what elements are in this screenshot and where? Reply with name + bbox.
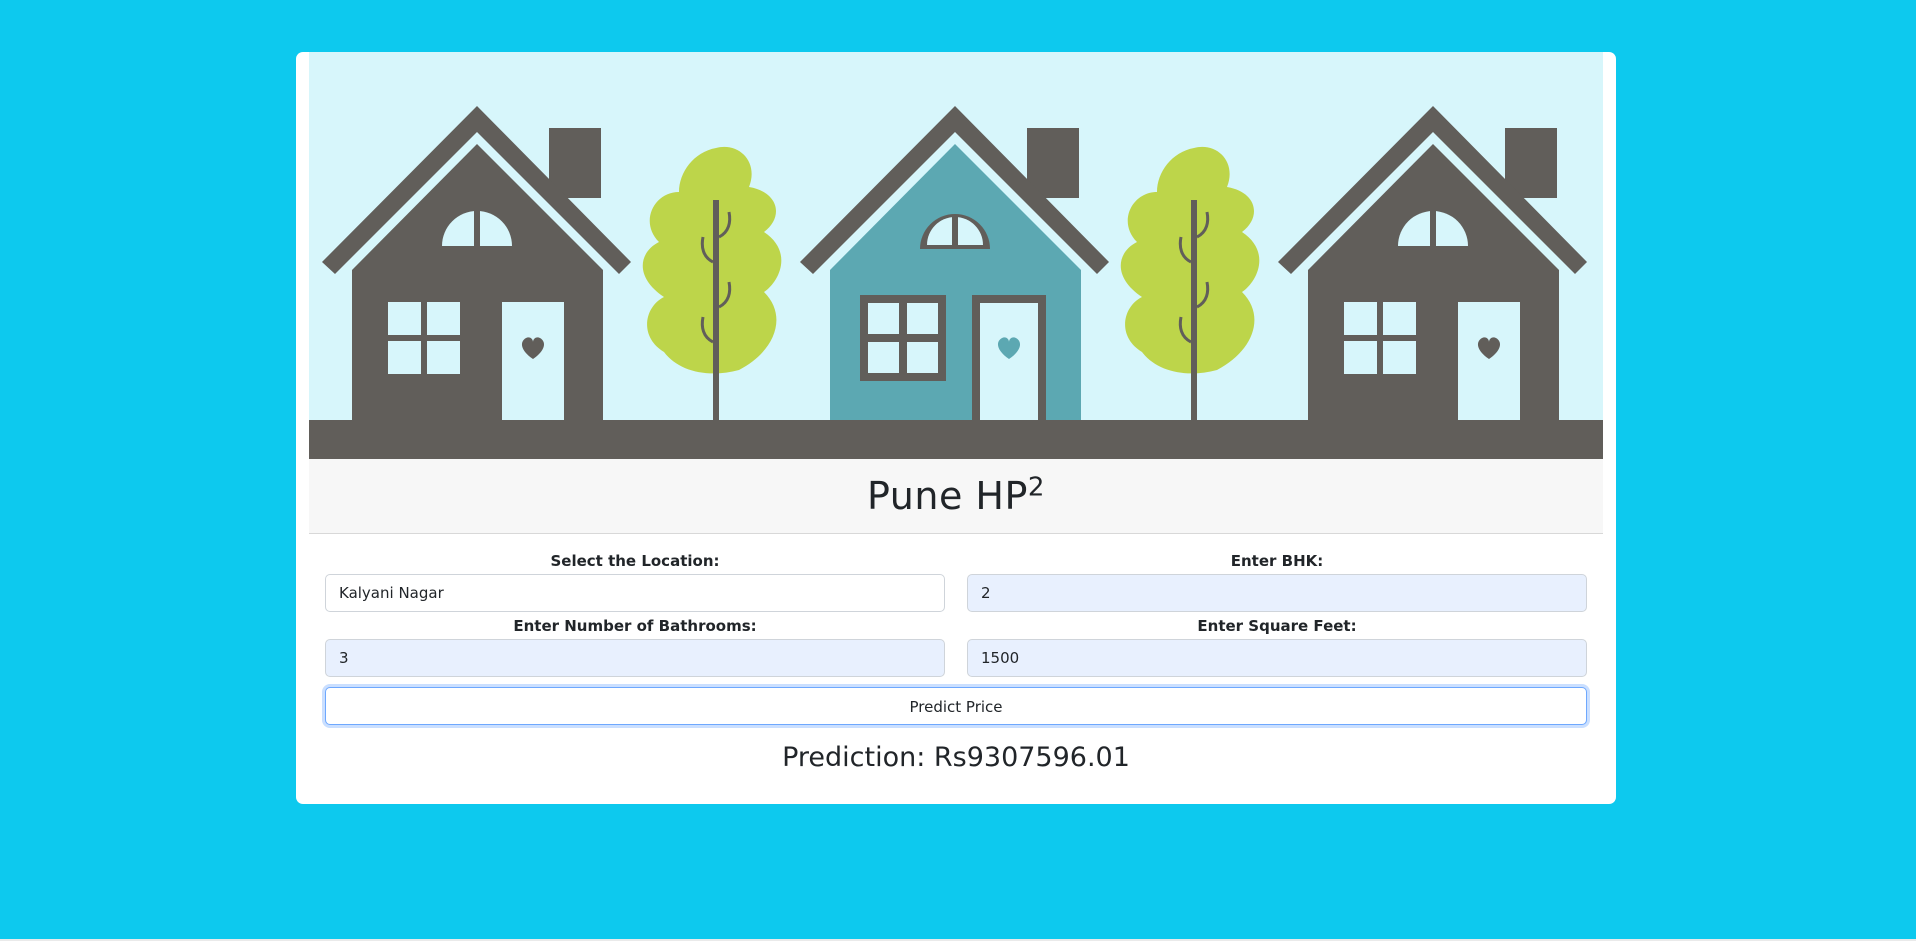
houses-banner [309, 52, 1603, 459]
house-left-icon [322, 106, 631, 420]
bathrooms-input[interactable]: 3 [325, 639, 945, 677]
house-middle-icon [800, 106, 1109, 420]
page-title-text: Pune HP [867, 474, 1028, 518]
prediction-form: Select the Location: Kalyani Nagar Enter… [325, 551, 1587, 725]
sqft-group: Enter Square Feet: 1500 [967, 616, 1587, 677]
bathrooms-group: Enter Number of Bathrooms: 3 [325, 616, 945, 677]
sqft-input[interactable]: 1500 [967, 639, 1587, 677]
form-row-1: Select the Location: Kalyani Nagar Enter… [325, 551, 1587, 612]
predict-price-button[interactable]: Predict Price [325, 687, 1587, 725]
bhk-group: Enter BHK: 2 [967, 551, 1587, 612]
page-title: Pune HP2 [867, 474, 1045, 518]
prediction-result: Prediction: Rs9307596.01 [782, 742, 1130, 773]
bathrooms-label: Enter Number of Bathrooms: [513, 617, 757, 635]
page-title-superscript: 2 [1027, 472, 1045, 503]
bhk-label: Enter BHK: [1230, 552, 1324, 570]
location-label: Select the Location: [550, 552, 720, 570]
tree-left-icon [642, 146, 782, 420]
tree-right-icon [1120, 146, 1260, 420]
location-group: Select the Location: Kalyani Nagar [325, 551, 945, 612]
bhk-input[interactable]: 2 [967, 574, 1587, 612]
main-card: Pune HP2 Select the Location: Kalyani Na… [296, 52, 1616, 804]
sqft-label: Enter Square Feet: [1197, 617, 1357, 635]
form-row-2: Enter Number of Bathrooms: 3 Enter Squar… [325, 616, 1587, 677]
house-right-icon [1278, 106, 1587, 420]
location-select[interactable]: Kalyani Nagar [325, 574, 945, 612]
card-header: Pune HP2 [309, 459, 1603, 534]
